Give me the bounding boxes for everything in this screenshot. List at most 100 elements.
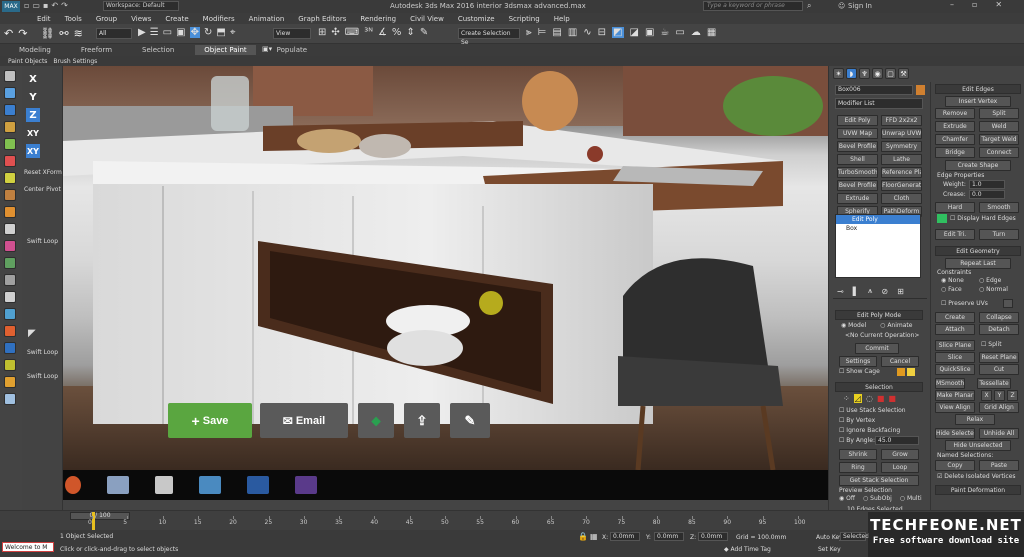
- animate-radio[interactable]: ○ Animate: [880, 322, 912, 329]
- search-input[interactable]: Type a keyword or phrase: [703, 1, 803, 11]
- select-scale-icon[interactable]: ⬒: [216, 27, 225, 38]
- material-editor-icon[interactable]: ◩: [612, 27, 624, 38]
- angle-spinner[interactable]: 45.0: [875, 436, 919, 445]
- maxscript-listener[interactable]: Welcome to M: [2, 542, 54, 552]
- utilities-tab-icon[interactable]: ⚒: [898, 68, 909, 79]
- grid-align-button[interactable]: Grid Align: [979, 402, 1019, 413]
- selection-filter-dropdown[interactable]: All: [96, 28, 132, 39]
- split-button[interactable]: Split: [979, 108, 1019, 119]
- paste-button[interactable]: Paste: [979, 460, 1019, 471]
- rendered-frame-icon[interactable]: ▣: [645, 27, 654, 38]
- repeat-last-button[interactable]: Repeat Last: [945, 258, 1011, 269]
- model-radio[interactable]: ◉ Model: [841, 322, 866, 329]
- edit-edges-rollout[interactable]: Edit Edges: [935, 84, 1021, 94]
- modifier-button-extrude[interactable]: Extrude: [837, 193, 878, 204]
- collapse-button[interactable]: Collapse: [979, 312, 1019, 323]
- extrude-button[interactable]: Extrude: [935, 121, 975, 132]
- rect-selection-icon[interactable]: ▭: [163, 27, 172, 38]
- constraint-normal-radio[interactable]: ○ Normal: [979, 286, 1008, 293]
- modifier-button-reference-plane[interactable]: Reference Plane: [881, 167, 922, 178]
- axis-y-button[interactable]: Y: [26, 90, 40, 104]
- swift-loop-button-1[interactable]: Swift Loop: [27, 238, 58, 245]
- weight-spinner[interactable]: 1.0: [969, 180, 1005, 189]
- angle-snap-icon[interactable]: ∡: [378, 27, 387, 38]
- material-icon[interactable]: [4, 240, 16, 252]
- lock-icon[interactable]: [4, 291, 16, 303]
- edit-tri-button[interactable]: Edit Tri.: [935, 229, 975, 240]
- modifier-button-bevel-profile[interactable]: Bevel Profile: [837, 141, 878, 152]
- display-hard-edges-checkbox[interactable]: ☐ Display Hard Edges: [950, 215, 1016, 222]
- calculator-icon[interactable]: [155, 476, 173, 494]
- tag-share-button[interactable]: ⬥: [358, 403, 394, 438]
- snap-icon[interactable]: ³ᴺ: [364, 27, 373, 38]
- user-icon[interactable]: ☺: [838, 2, 845, 10]
- turn-button[interactable]: Turn: [979, 229, 1019, 240]
- delete-isolated-checkbox[interactable]: ☑ Delete Isolated Vertices: [937, 473, 1016, 480]
- paint-icon[interactable]: [107, 476, 129, 494]
- object-color-swatch[interactable]: [916, 85, 925, 95]
- align-icon[interactable]: ⊨: [538, 27, 547, 38]
- make-unique-icon[interactable]: ⩚: [868, 286, 873, 296]
- modifier-button-ffd-2x2x2[interactable]: FFD 2x2x2: [881, 115, 922, 126]
- bind-spacewarp-icon[interactable]: ≋: [74, 27, 83, 40]
- modifier-button-uvw-map[interactable]: UVW Map: [837, 128, 878, 139]
- file-manager-icon[interactable]: [199, 476, 221, 494]
- constraint-none-radio[interactable]: ◉ None: [941, 277, 964, 284]
- modifier-button-cloth[interactable]: Cloth: [881, 193, 922, 204]
- paint-deformation-rollout[interactable]: Paint Deformation: [935, 485, 1021, 495]
- render-online-icon[interactable]: ☁: [691, 27, 701, 38]
- shape-icon[interactable]: [4, 393, 16, 405]
- edge-level-icon[interactable]: ◿: [853, 394, 862, 403]
- render-iterative-icon[interactable]: ▭: [675, 27, 684, 38]
- planar-y-button[interactable]: Y: [994, 390, 1005, 401]
- modifier-list-dropdown[interactable]: Modifier List: [835, 98, 923, 109]
- target-weld-button[interactable]: Target Weld: [979, 134, 1019, 145]
- keyboard-shortcut-icon[interactable]: ⌨: [345, 27, 359, 38]
- media-icon[interactable]: [295, 476, 317, 494]
- hard-edge-color-swatch[interactable]: [937, 214, 947, 223]
- camera-icon[interactable]: [4, 155, 16, 167]
- workspace-dropdown[interactable]: Workspace: Default: [103, 1, 179, 11]
- ring-button[interactable]: Ring: [839, 462, 877, 473]
- edit-geometry-rollout[interactable]: Edit Geometry: [935, 246, 1021, 256]
- preview-off-radio[interactable]: ◉ Off: [839, 495, 855, 502]
- connect-button[interactable]: Connect: [979, 147, 1019, 158]
- menu-item-views[interactable]: Views: [124, 15, 158, 23]
- select-move-icon[interactable]: ✥: [189, 27, 200, 38]
- modifier-button-edit-poly[interactable]: Edit Poly: [837, 115, 878, 126]
- perspective-viewport[interactable]: + Save ✉ Email ⬥ ⇪ ✎: [63, 66, 828, 470]
- modifier-icon[interactable]: [4, 257, 16, 269]
- commit-button[interactable]: Commit: [855, 343, 899, 354]
- menu-item-customize[interactable]: Customize: [451, 15, 502, 23]
- pin-stack-icon[interactable]: ⊸: [837, 287, 844, 296]
- edit-poly-mode-rollout[interactable]: Edit Poly Mode: [835, 310, 923, 320]
- polygon-level-icon[interactable]: ■: [877, 394, 885, 403]
- link-icon[interactable]: ⛓: [40, 27, 54, 40]
- maximize-icon[interactable]: ▫: [972, 0, 977, 9]
- auto-key-button[interactable]: Auto Key: [816, 534, 843, 541]
- cursor-tool-icon[interactable]: ◤: [28, 328, 36, 339]
- render-production-icon[interactable]: ☕: [660, 27, 669, 38]
- preserve-uvs-checkbox[interactable]: ☐ Preserve UVs: [941, 300, 988, 307]
- reset-xform-button[interactable]: Reset XForm: [24, 169, 62, 176]
- lock-selection-icon[interactable]: 🔒: [578, 532, 588, 541]
- a360-icon[interactable]: ▦: [707, 27, 716, 38]
- menu-item-scripting[interactable]: Scripting: [502, 15, 547, 23]
- msmooth-button[interactable]: MSmooth: [935, 378, 965, 389]
- unlink-icon[interactable]: ⚯: [59, 27, 68, 40]
- plane-icon[interactable]: [4, 138, 16, 150]
- torus-icon[interactable]: [4, 121, 16, 133]
- cage-color-swatch[interactable]: [897, 368, 905, 376]
- stack-item-box[interactable]: Box: [836, 224, 920, 233]
- axis-z-button[interactable]: Z: [26, 108, 40, 122]
- cage-selected-color-swatch[interactable]: [907, 368, 915, 376]
- preserve-uvs-settings-icon[interactable]: [1003, 299, 1013, 308]
- weld-button[interactable]: Weld: [979, 121, 1019, 132]
- modifier-stack[interactable]: Edit Poly Box: [835, 214, 921, 278]
- loop-button[interactable]: Loop: [881, 462, 919, 473]
- relax-button[interactable]: Relax: [955, 414, 995, 425]
- particle-icon[interactable]: [4, 325, 16, 337]
- z-coord-field[interactable]: 0.0mm: [698, 532, 728, 541]
- menu-item-modifiers[interactable]: Modifiers: [196, 15, 242, 23]
- curve-editor-icon[interactable]: ∿: [583, 27, 591, 38]
